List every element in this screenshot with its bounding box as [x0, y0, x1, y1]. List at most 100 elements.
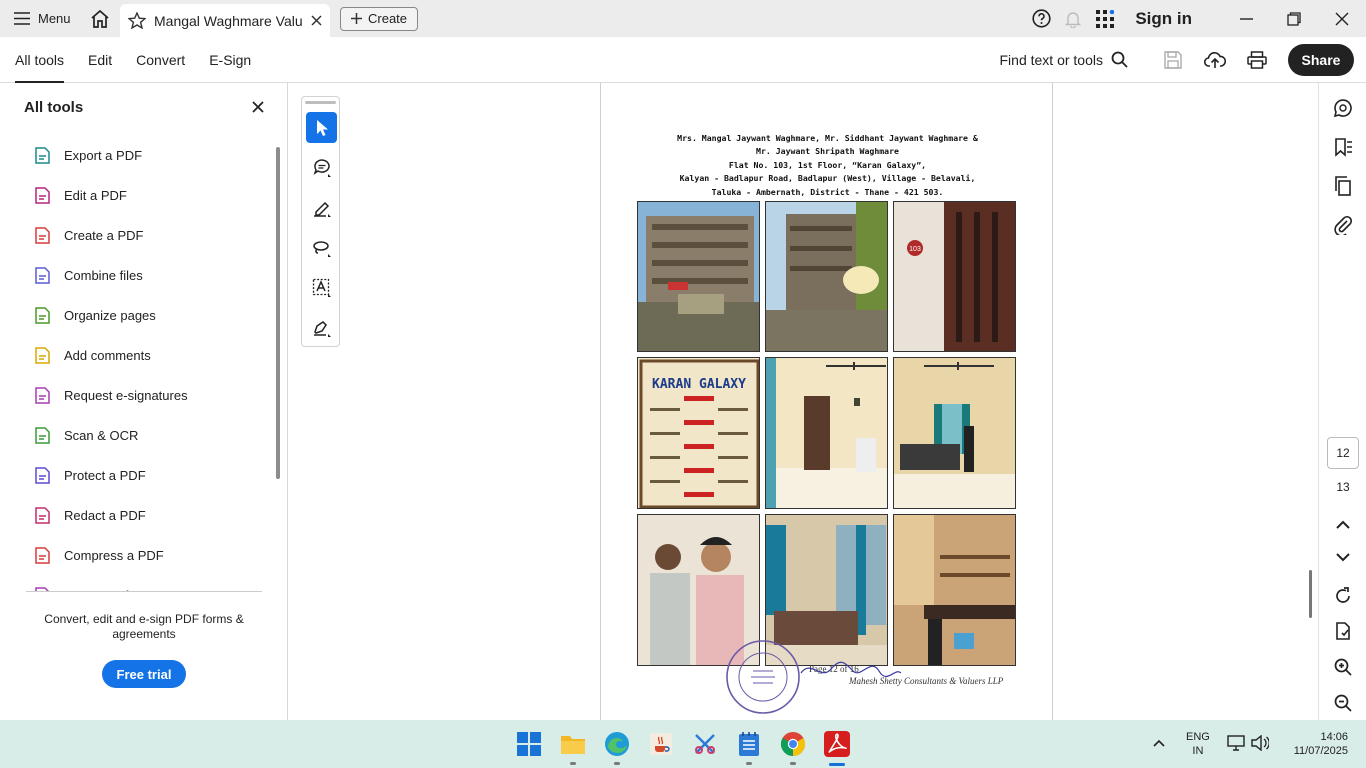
request-esign-icon: [35, 386, 50, 404]
document-viewer: Mrs. Mangal Jaywant Waghmare, Mr. Siddha…: [289, 83, 1312, 720]
document-tab[interactable]: Mangal Waghmare Valu...: [120, 4, 330, 37]
address-block: Mrs. Mangal Jaywant Waghmare, Mr. Siddha…: [601, 132, 1054, 199]
tool-item-create-a-pdf[interactable]: Create a PDF: [0, 215, 270, 255]
search-icon: [1111, 51, 1128, 68]
taskbar-java[interactable]: [645, 728, 677, 760]
close-tab-icon[interactable]: [311, 15, 322, 26]
folder-icon: [561, 736, 585, 754]
taskbar-acrobat[interactable]: [821, 728, 853, 766]
tool-item-scan-ocr[interactable]: Scan & OCR: [0, 415, 270, 455]
all-tools-panel: All tools Export a PDF Edit a PDF Create a…: [0, 83, 288, 720]
sign-tool[interactable]: [306, 312, 337, 343]
page-options-button[interactable]: [1331, 619, 1355, 643]
photo-building-sign: KARAN GALAXY: [637, 357, 760, 509]
create-button[interactable]: Create: [340, 6, 419, 31]
find-label: Find text or tools: [999, 51, 1104, 68]
apps-button[interactable]: [1089, 0, 1121, 37]
zoom-out-button[interactable]: [1331, 691, 1355, 715]
ai-assistant-button[interactable]: [1331, 96, 1355, 120]
notifications-button[interactable]: [1057, 0, 1089, 37]
tool-item-add-comments[interactable]: Add comments: [0, 335, 270, 375]
close-panel-icon[interactable]: [252, 101, 264, 113]
photo-hall-interior: [765, 357, 888, 509]
volume-icon[interactable]: [1251, 735, 1269, 751]
save-button[interactable]: [1152, 37, 1194, 83]
tool-item-request-e-signatures[interactable]: Request e-signatures: [0, 375, 270, 415]
previous-page-button[interactable]: [1331, 512, 1355, 536]
menu-button[interactable]: Menu: [0, 0, 80, 37]
panel-scrollbar[interactable]: [276, 147, 280, 479]
photo-building-front: [637, 201, 760, 352]
current-page-indicator[interactable]: 12: [1327, 437, 1359, 469]
next-page-button[interactable]: [1331, 545, 1355, 569]
tool-item-edit-a-pdf[interactable]: Edit a PDF: [0, 175, 270, 215]
running-indicator: [790, 762, 796, 765]
upload-button[interactable]: [1194, 37, 1236, 83]
tool-item-prepare-a-form[interactable]: Prepare a form: [0, 575, 270, 591]
tool-item-protect-a-pdf[interactable]: Protect a PDF: [0, 455, 270, 495]
print-button[interactable]: [1236, 37, 1278, 83]
save-icon: [1164, 50, 1182, 69]
bookmarks-button[interactable]: [1331, 135, 1355, 159]
tool-item-label: Scan & OCR: [64, 427, 139, 443]
tool-item-label: Protect a PDF: [64, 467, 146, 483]
home-button[interactable]: [80, 0, 120, 37]
close-window-button[interactable]: [1318, 0, 1366, 37]
title-bar: Menu Mangal Waghmare Valu... Create Sign…: [0, 0, 1366, 37]
system-clock[interactable]: 14:06 11/07/2025: [1284, 730, 1348, 758]
minimize-button[interactable]: [1222, 0, 1270, 37]
free-trial-button[interactable]: Free trial: [102, 660, 186, 688]
chevron-up-icon[interactable]: [1153, 739, 1165, 747]
pages-button[interactable]: [1331, 174, 1355, 198]
zoom-in-button[interactable]: [1331, 655, 1355, 679]
paperclip-icon: [1334, 215, 1353, 235]
star-icon[interactable]: [128, 12, 146, 29]
draw-tool[interactable]: [306, 232, 337, 263]
restore-button[interactable]: [1270, 0, 1318, 37]
taskbar-notepad[interactable]: [733, 728, 765, 765]
taskbar-snipping-tool[interactable]: [689, 728, 721, 760]
highlight-tool[interactable]: [306, 192, 337, 223]
tool-item-organize-pages[interactable]: Organize pages: [0, 295, 270, 335]
start-button[interactable]: [513, 728, 545, 760]
signature-pen-icon: [313, 320, 331, 337]
network-icon[interactable]: [1227, 735, 1245, 751]
sign-in-link[interactable]: Sign in: [1135, 9, 1192, 29]
comment-tool[interactable]: [306, 152, 337, 183]
bell-icon: [1065, 11, 1082, 28]
help-button[interactable]: [1025, 0, 1057, 37]
taskbar-chrome[interactable]: [777, 728, 809, 765]
tool-item-combine-files[interactable]: Combine files: [0, 255, 270, 295]
tool-item-redact-a-pdf[interactable]: Redact a PDF: [0, 495, 270, 535]
tool-item-label: Request e-signatures: [64, 387, 188, 403]
firm-name-label: Mahesh Shetty Consultants & Valuers LLP: [849, 676, 1004, 686]
toolbar-grip[interactable]: [305, 101, 336, 104]
share-button[interactable]: Share: [1288, 43, 1354, 76]
attachments-button[interactable]: [1331, 213, 1355, 237]
running-indicator: [746, 762, 752, 765]
tab-edit[interactable]: Edit: [88, 37, 112, 83]
language-indicator[interactable]: ENG IN: [1186, 730, 1210, 758]
windows-taskbar: ENG IN 14:06 11/07/2025: [0, 720, 1366, 768]
tab-esign[interactable]: E-Sign: [209, 37, 251, 83]
tool-item-label: Add comments: [64, 347, 151, 363]
tool-item-export-a-pdf[interactable]: Export a PDF: [0, 135, 270, 175]
select-tool[interactable]: [306, 112, 337, 143]
taskbar-edge[interactable]: [601, 728, 633, 765]
tool-item-compress-a-pdf[interactable]: Compress a PDF: [0, 535, 270, 575]
edit-pdf-icon: [35, 186, 50, 204]
address-line: Taluka - Ambernath, District - Thane - 4…: [711, 186, 944, 197]
rotate-button[interactable]: [1331, 584, 1355, 608]
page-settings-icon: [1336, 622, 1350, 640]
taskbar-file-explorer[interactable]: [557, 728, 589, 765]
valuer-stamp: [726, 640, 800, 714]
running-indicator: [614, 762, 620, 765]
tab-all-tools[interactable]: All tools: [15, 37, 65, 83]
tab-convert[interactable]: Convert: [136, 37, 185, 83]
find-tools-button[interactable]: Find text or tools: [1000, 51, 1129, 68]
next-page-number[interactable]: 13: [1327, 480, 1359, 494]
text-tool[interactable]: [306, 272, 337, 303]
create-label: Create: [368, 11, 408, 26]
document-scrollbar[interactable]: [1309, 570, 1312, 618]
door-number: 103: [909, 246, 921, 253]
